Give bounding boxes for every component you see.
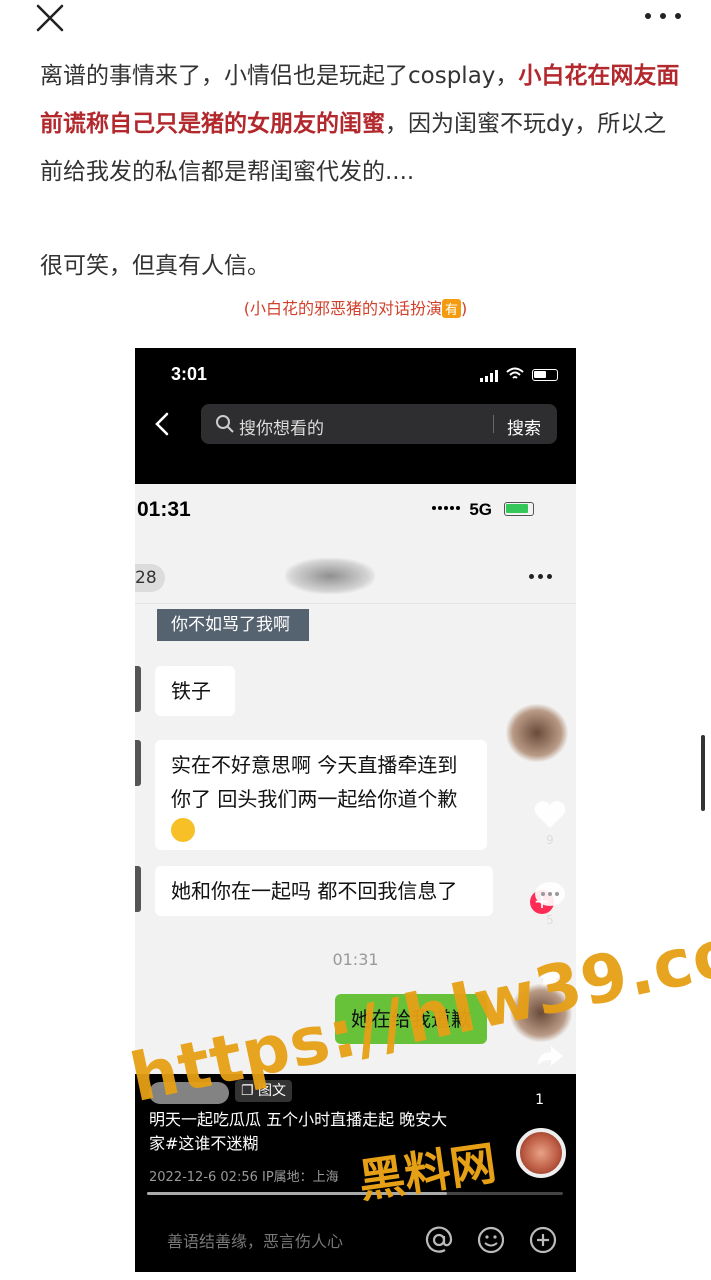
wifi-icon xyxy=(506,367,524,379)
caption-end: ) xyxy=(461,299,468,318)
blurred-avatar xyxy=(506,704,568,762)
progress-bar[interactable] xyxy=(147,1192,563,1195)
sent-chat-bubble: 她在给我道歉 xyxy=(335,994,487,1044)
blurred-username xyxy=(285,558,375,594)
comment-button[interactable]: 5 xyxy=(528,880,572,927)
article-paragraph-1: 离谱的事情来了，小情侣也是玩起了cosplay，小白花在网友面前谎称自己只是猪的… xyxy=(40,52,680,196)
post-description: 明天一起吃瓜瓜 五个小时直播走起 晚安大家#这谁不迷糊 xyxy=(149,1110,448,1153)
chat-bubble: 铁子 xyxy=(155,666,235,716)
article-body: 离谱的事情来了，小情侣也是玩起了cosplay，小白花在网友面前谎称自己只是猪的… xyxy=(40,52,680,290)
avatar xyxy=(135,866,141,912)
inner-status-bar: 01:31 5G xyxy=(135,484,576,534)
scrollbar[interactable] xyxy=(701,735,705,811)
close-icon[interactable] xyxy=(34,2,66,34)
avatar xyxy=(135,666,141,712)
chat-screenshot: 01:31 5G 28 你不如骂了我啊 铁子 实在不好意思啊 今天直播牵连到你了… xyxy=(135,484,576,1074)
laugh-cry-emoji-icon xyxy=(171,818,195,842)
add-icon[interactable] xyxy=(529,1226,557,1254)
comment-input[interactable]: 善语结善缘，恶言伤人心 xyxy=(167,1228,343,1252)
quoted-message: 你不如骂了我啊 xyxy=(157,609,309,641)
back-arrow-icon[interactable] xyxy=(153,412,173,436)
post-meta: 2022-12-6 02:56 IP属地：上海 xyxy=(149,1170,339,1185)
post-type-tag: ❐ 图文 xyxy=(235,1080,293,1102)
chat-bubble-text: 实在不好意思啊 今天直播牵连到你了 回头我们两一起给你道个歉 xyxy=(171,753,458,811)
share-count: 1 xyxy=(535,1092,544,1108)
mention-icon[interactable] xyxy=(425,1226,453,1254)
status-time: 3:01 xyxy=(171,364,208,384)
blurred-username xyxy=(149,1082,229,1104)
heart-icon xyxy=(534,801,566,828)
like-button[interactable]: 9 xyxy=(528,800,572,847)
search-button[interactable]: 搜索 xyxy=(507,414,541,439)
unread-badge: 28 xyxy=(135,564,165,592)
search-placeholder: 搜你想看的 xyxy=(239,419,324,439)
share-button[interactable] xyxy=(528,1044,572,1071)
image-caption: (小白花的邪恶猪的对话扮演有) xyxy=(0,295,711,319)
chat-timestamp: 01:31 xyxy=(332,950,379,969)
blurred-avatar xyxy=(510,984,572,1042)
music-disc-icon[interactable] xyxy=(516,1128,566,1178)
chat-header: 28 xyxy=(135,534,576,604)
battery-icon xyxy=(532,369,558,381)
share-icon xyxy=(537,1046,563,1066)
post-info: ❐ 图文 1 明天一起吃瓜瓜 五个小时直播走起 晚安大家#这谁不迷糊 2022-… xyxy=(135,1074,576,1208)
comment-icon xyxy=(535,882,565,906)
caption-emoji: 有 xyxy=(441,299,461,318)
signal-icon xyxy=(432,506,460,510)
more-options-icon[interactable] xyxy=(529,574,552,579)
emoji-icon[interactable] xyxy=(477,1226,505,1254)
search-row: 搜你想看的 搜索 xyxy=(135,400,576,460)
phone-status-bar: 3:01 xyxy=(135,348,576,400)
post-tag-label: 图文 xyxy=(258,1083,287,1099)
paragraph-text: 离谱的事情来了，小情侣也是玩起了cosplay， xyxy=(40,63,519,89)
like-count: 9 xyxy=(546,833,554,847)
more-options-icon[interactable] xyxy=(645,8,681,24)
comment-count: 5 xyxy=(546,913,554,927)
battery-charging-icon xyxy=(504,502,534,516)
network-label: 5G xyxy=(469,500,492,519)
signal-icon xyxy=(480,370,498,382)
embedded-screenshot: 3:01 搜你想看的 搜索 01:31 5G 28 你不如骂了我啊 铁子 实在不… xyxy=(135,348,576,1272)
article-paragraph-2: 很可笑，但真有人信。 xyxy=(40,253,270,279)
inner-time: 01:31 xyxy=(137,498,191,521)
chat-bubble: 实在不好意思啊 今天直播牵连到你了 回头我们两一起给你道个歉 xyxy=(155,740,487,850)
top-bar xyxy=(0,0,711,56)
chat-bubble: 她和你在一起吗 都不回我信息了 xyxy=(155,866,493,916)
search-input[interactable]: 搜你想看的 搜索 xyxy=(201,404,557,444)
comment-bar: 善语结善缘，恶言伤人心 xyxy=(135,1208,576,1272)
avatar xyxy=(135,740,141,786)
caption-text: (小白花的邪恶猪的对话扮演 xyxy=(243,299,442,318)
search-icon xyxy=(216,415,234,433)
